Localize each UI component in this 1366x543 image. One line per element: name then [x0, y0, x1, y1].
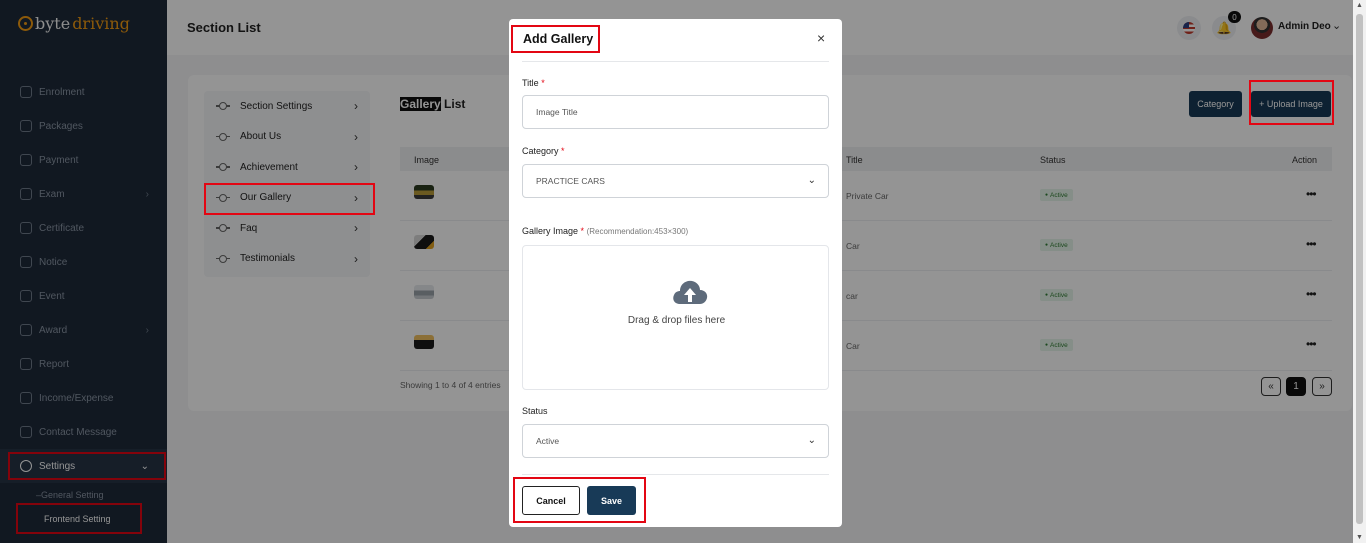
required-mark: *	[561, 146, 565, 156]
chevron-down-icon: ⌄	[807, 175, 816, 186]
scroll-down-icon[interactable]: ▼	[1356, 534, 1363, 541]
divider	[522, 61, 829, 62]
cloud-upload-icon	[673, 280, 708, 304]
divider	[522, 474, 829, 475]
scroll-up-icon[interactable]: ▲	[1356, 2, 1363, 9]
required-mark: *	[580, 226, 585, 236]
scrollbar-thumb[interactable]	[1356, 14, 1363, 524]
save-button[interactable]: Save	[587, 486, 636, 515]
required-mark: *	[541, 78, 545, 88]
page-scrollbar[interactable]: ▲ ▼	[1353, 0, 1366, 543]
category-label: Category *	[522, 146, 565, 156]
gallery-image-label: Gallery Image * (Recommendation:453×300)	[522, 226, 688, 236]
status-selected-value: Active	[536, 436, 560, 446]
gallery-image-label-text: Gallery Image	[522, 226, 579, 236]
image-dropzone[interactable]: Drag & drop files here	[522, 245, 829, 390]
close-icon[interactable]: ×	[817, 30, 825, 46]
drop-text: Drag & drop files here	[627, 315, 726, 326]
category-selected-value: PRACTICE CARS	[536, 176, 605, 186]
status-select[interactable]: Active ⌄	[522, 424, 829, 458]
title-label: Title *	[522, 78, 545, 88]
image-size-hint: (Recommendation:453×300)	[586, 227, 689, 236]
category-label-text: Category	[522, 146, 559, 156]
cancel-button[interactable]: Cancel	[522, 486, 580, 515]
add-gallery-modal: Add Gallery × Title * Image Title Catego…	[509, 19, 842, 527]
title-label-text: Title	[522, 78, 539, 88]
chevron-down-icon: ⌄	[807, 435, 816, 446]
title-input[interactable]: Image Title	[522, 95, 829, 129]
modal-title: Add Gallery	[523, 32, 594, 46]
status-label: Status	[522, 406, 548, 416]
category-select[interactable]: PRACTICE CARS ⌄	[522, 164, 829, 198]
